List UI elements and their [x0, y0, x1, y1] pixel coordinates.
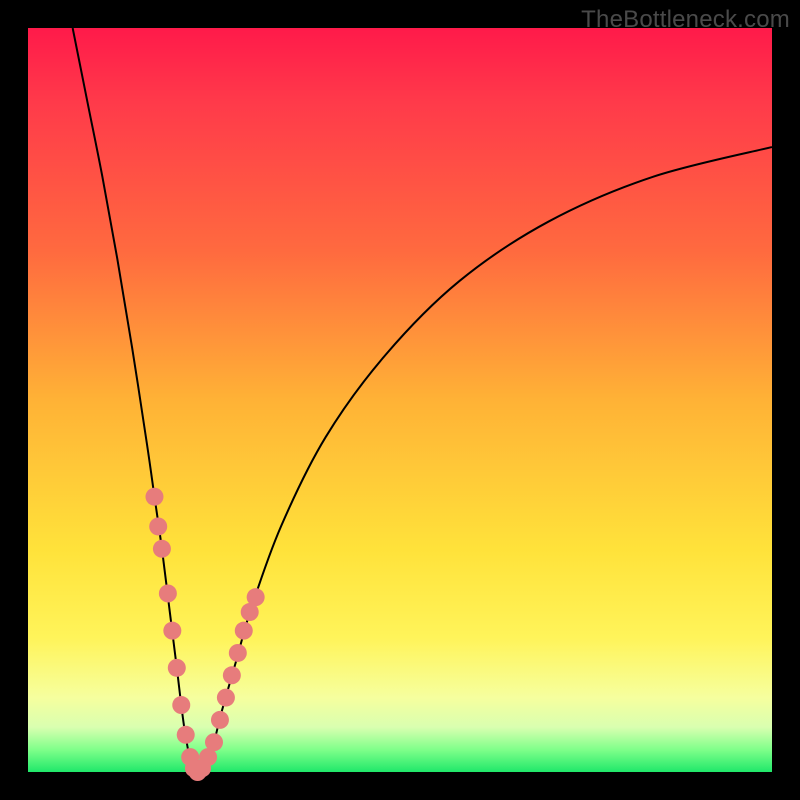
marker-point	[163, 622, 181, 640]
chart-frame: TheBottleneck.com	[0, 0, 800, 800]
marker-point	[172, 696, 190, 714]
marker-point	[168, 659, 186, 677]
marker-point	[205, 733, 223, 751]
watermark-text: TheBottleneck.com	[581, 6, 790, 34]
marker-point	[223, 666, 241, 684]
marker-point	[217, 689, 235, 707]
marker-point	[159, 584, 177, 602]
plot-area	[28, 28, 772, 772]
marker-point	[153, 540, 171, 558]
marker-point	[229, 644, 247, 662]
curve-svg	[28, 28, 772, 772]
marker-point	[247, 588, 265, 606]
marker-point	[177, 726, 195, 744]
marker-point	[235, 622, 253, 640]
highlight-markers	[145, 488, 264, 781]
marker-point	[149, 517, 167, 535]
marker-point	[145, 488, 163, 506]
marker-point	[211, 711, 229, 729]
